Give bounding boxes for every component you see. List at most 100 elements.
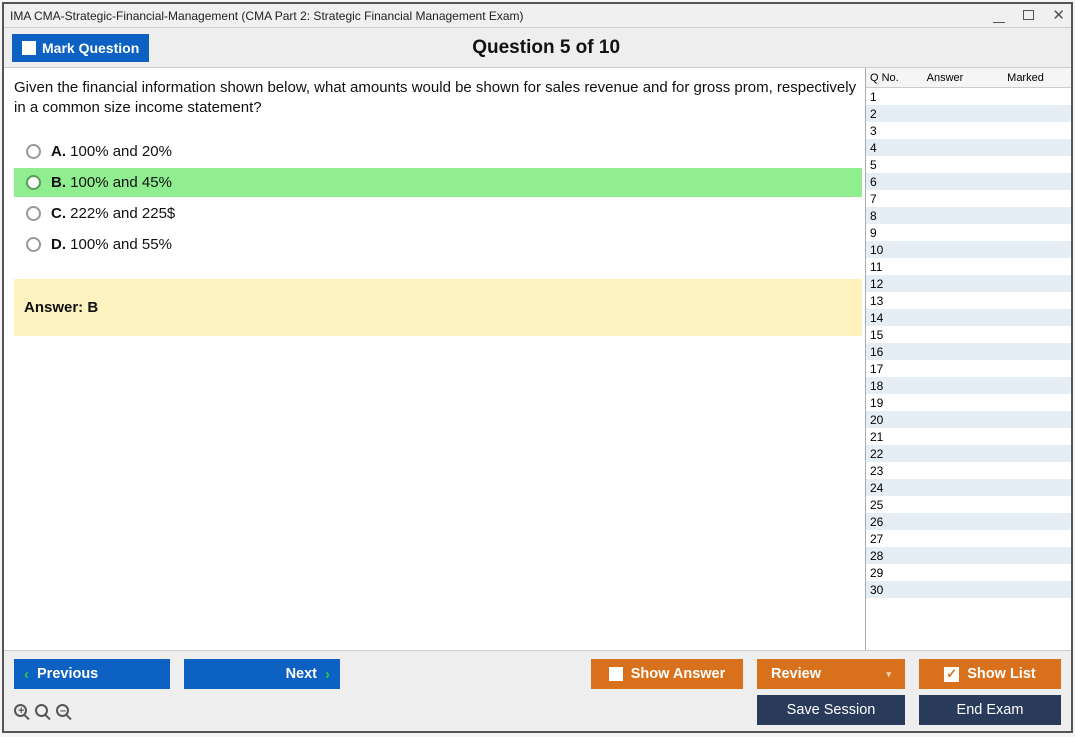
- show-list-label: Show List: [967, 666, 1035, 682]
- chevron-left-icon: ‹: [24, 666, 29, 683]
- save-session-button[interactable]: Save Session: [757, 695, 905, 725]
- row-qno: 27: [870, 532, 910, 546]
- maximize-button[interactable]: [1023, 8, 1034, 23]
- row-qno: 26: [870, 515, 910, 529]
- row-qno: 29: [870, 566, 910, 580]
- question-list-row[interactable]: 19: [866, 394, 1071, 411]
- next-label: Next: [286, 666, 317, 682]
- footer: ‹ Previous Next › Show Answer Review ▾ ✓…: [4, 650, 1071, 731]
- question-list-row[interactable]: 9: [866, 224, 1071, 241]
- question-list[interactable]: 1234567891011121314151617181920212223242…: [866, 88, 1071, 650]
- question-list-row[interactable]: 13: [866, 292, 1071, 309]
- header-qno: Q No.: [866, 72, 910, 84]
- window-title: IMA CMA-Strategic-Financial-Management (…: [10, 9, 524, 23]
- zoom-controls: + –: [14, 704, 69, 717]
- show-list-button[interactable]: ✓ Show List: [919, 659, 1061, 689]
- question-list-row[interactable]: 25: [866, 496, 1071, 513]
- close-button[interactable]: ✕: [1052, 8, 1065, 23]
- row-qno: 13: [870, 294, 910, 308]
- row-qno: 24: [870, 481, 910, 495]
- radio-icon: [26, 144, 41, 159]
- question-list-row[interactable]: 1: [866, 88, 1071, 105]
- choice-d[interactable]: D. 100% and 55%: [14, 230, 862, 259]
- choice-label: D. 100% and 55%: [51, 236, 172, 253]
- question-list-row[interactable]: 29: [866, 564, 1071, 581]
- review-label: Review: [771, 666, 821, 682]
- row-qno: 16: [870, 345, 910, 359]
- show-answer-label: Show Answer: [631, 666, 726, 682]
- show-answer-button[interactable]: Show Answer: [591, 659, 743, 689]
- question-list-row[interactable]: 18: [866, 377, 1071, 394]
- question-list-row[interactable]: 14: [866, 309, 1071, 326]
- question-list-row[interactable]: 2: [866, 105, 1071, 122]
- header-answer: Answer: [910, 72, 980, 84]
- choice-c[interactable]: C. 222% and 225$: [14, 199, 862, 228]
- mark-question-button[interactable]: Mark Question: [12, 34, 149, 62]
- question-list-row[interactable]: 26: [866, 513, 1071, 530]
- checkbox-icon: [22, 41, 36, 55]
- row-qno: 23: [870, 464, 910, 478]
- row-qno: 15: [870, 328, 910, 342]
- row-qno: 7: [870, 192, 910, 206]
- save-session-label: Save Session: [787, 702, 876, 718]
- question-list-row[interactable]: 28: [866, 547, 1071, 564]
- choice-b[interactable]: B. 100% and 45%: [14, 168, 862, 197]
- end-exam-button[interactable]: End Exam: [919, 695, 1061, 725]
- row-qno: 25: [870, 498, 910, 512]
- row-qno: 20: [870, 413, 910, 427]
- question-list-row[interactable]: 27: [866, 530, 1071, 547]
- row-qno: 22: [870, 447, 910, 461]
- question-list-row[interactable]: 21: [866, 428, 1071, 445]
- question-list-row[interactable]: 30: [866, 581, 1071, 598]
- question-list-header: Q No. Answer Marked: [866, 68, 1071, 88]
- row-qno: 30: [870, 583, 910, 597]
- question-list-row[interactable]: 12: [866, 275, 1071, 292]
- checkbox-checked-icon: ✓: [944, 667, 959, 682]
- zoom-reset-icon[interactable]: [35, 704, 48, 717]
- question-list-row[interactable]: 23: [866, 462, 1071, 479]
- row-qno: 12: [870, 277, 910, 291]
- review-dropdown[interactable]: Review ▾: [757, 659, 905, 689]
- chevron-down-icon: ▾: [886, 669, 891, 680]
- choice-a[interactable]: A. 100% and 20%: [14, 137, 862, 166]
- previous-button[interactable]: ‹ Previous: [14, 659, 170, 689]
- question-header: Mark Question Question 5 of 10: [4, 28, 1071, 68]
- row-qno: 10: [870, 243, 910, 257]
- choice-label: C. 222% and 225$: [51, 205, 175, 222]
- zoom-out-icon[interactable]: –: [56, 704, 69, 717]
- question-list-row[interactable]: 17: [866, 360, 1071, 377]
- chevron-right-icon: ›: [325, 666, 330, 683]
- minimize-button[interactable]: [993, 8, 1005, 23]
- app-window: IMA CMA-Strategic-Financial-Management (…: [2, 2, 1073, 733]
- question-list-row[interactable]: 22: [866, 445, 1071, 462]
- row-qno: 11: [870, 260, 910, 274]
- row-qno: 1: [870, 90, 910, 104]
- next-button[interactable]: Next ›: [184, 659, 340, 689]
- row-qno: 19: [870, 396, 910, 410]
- question-counter: Question 5 of 10: [149, 37, 943, 59]
- answer-box: Answer: B: [14, 279, 862, 336]
- end-exam-label: End Exam: [957, 702, 1024, 718]
- question-list-row[interactable]: 8: [866, 207, 1071, 224]
- question-list-row[interactable]: 15: [866, 326, 1071, 343]
- question-list-row[interactable]: 4: [866, 139, 1071, 156]
- question-list-row[interactable]: 11: [866, 258, 1071, 275]
- question-list-row[interactable]: 10: [866, 241, 1071, 258]
- question-list-row[interactable]: 6: [866, 173, 1071, 190]
- question-list-row[interactable]: 16: [866, 343, 1071, 360]
- row-qno: 4: [870, 141, 910, 155]
- question-list-row[interactable]: 24: [866, 479, 1071, 496]
- choice-label: A. 100% and 20%: [51, 143, 172, 160]
- zoom-in-icon[interactable]: +: [14, 704, 27, 717]
- previous-label: Previous: [37, 666, 98, 682]
- question-list-row[interactable]: 20: [866, 411, 1071, 428]
- question-list-row[interactable]: 7: [866, 190, 1071, 207]
- row-qno: 2: [870, 107, 910, 121]
- row-qno: 14: [870, 311, 910, 325]
- row-qno: 28: [870, 549, 910, 563]
- header-marked: Marked: [980, 72, 1071, 84]
- question-list-row[interactable]: 5: [866, 156, 1071, 173]
- row-qno: 17: [870, 362, 910, 376]
- radio-icon: [26, 175, 41, 190]
- question-list-row[interactable]: 3: [866, 122, 1071, 139]
